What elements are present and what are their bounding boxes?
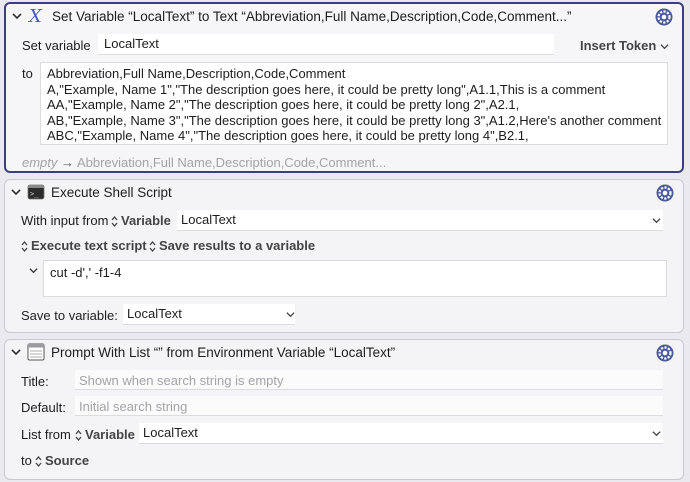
updown-icon xyxy=(75,430,82,442)
execute-mode-value: Execute text script xyxy=(31,238,147,253)
title-label: Title: xyxy=(21,374,49,389)
action-title: Prompt With List “” from Environment Var… xyxy=(51,345,396,360)
title-placeholder: Shown when search string is empty xyxy=(79,373,284,388)
chevron-down-icon xyxy=(660,44,669,50)
title-field[interactable]: Shown when search string is empty xyxy=(75,370,663,390)
text-line: AB,"Example, Name 3","The description go… xyxy=(47,112,662,128)
list-variable-value: LocalText xyxy=(143,425,198,440)
arrow-icon: → xyxy=(61,155,75,170)
updown-icon xyxy=(149,241,156,253)
gear-icon[interactable] xyxy=(655,183,675,203)
preview-text: Abbreviation,Full Name,Description,Code,… xyxy=(76,155,387,170)
to-destination-popup[interactable]: Source xyxy=(35,453,89,468)
to-label: to xyxy=(21,453,32,468)
default-label: Default: xyxy=(21,400,66,415)
chevron-down-icon[interactable] xyxy=(12,11,22,21)
chevron-down-icon[interactable] xyxy=(29,266,38,275)
result-mode-popup[interactable]: Save results to a variable xyxy=(149,238,315,253)
text-line: A,"Example, Name 1","The description goe… xyxy=(47,81,606,97)
to-destination-value: Source xyxy=(45,453,90,468)
with-input-label: With input from xyxy=(21,213,109,228)
window-list-icon xyxy=(27,343,45,361)
updown-icon xyxy=(35,456,42,468)
chevron-down-icon xyxy=(652,218,661,224)
variable-x-icon: X xyxy=(28,7,43,25)
action-title: Set Variable “LocalText” to Text “Abbrev… xyxy=(52,9,572,24)
input-variable-field[interactable]: LocalText xyxy=(177,210,663,231)
text-value-area[interactable]: Abbreviation,Full Name,Description,Code,… xyxy=(40,62,668,145)
variable-name-field[interactable]: LocalText xyxy=(98,34,554,55)
chevron-down-icon xyxy=(652,431,661,437)
prompt-with-list-action[interactable]: Prompt With List “” from Environment Var… xyxy=(4,339,684,480)
set-variable-action[interactable]: X Set Variable “LocalText” to Text “Abbr… xyxy=(4,2,684,173)
preview-row: empty → Abbreviation,Full Name,Descripti… xyxy=(22,155,386,170)
execute-mode-popup[interactable]: Execute text script xyxy=(21,238,147,253)
chevron-down-icon xyxy=(286,312,295,318)
list-source-popup[interactable]: Variable xyxy=(75,427,135,442)
text-line: ABC,"Example, Name 4","The description g… xyxy=(47,128,529,143)
insert-token-label: Insert Token xyxy=(580,38,657,53)
list-variable-field[interactable]: LocalText xyxy=(139,423,663,444)
script-editor[interactable]: cut -d',' -f1-4 xyxy=(43,260,667,297)
action-title: Execute Shell Script xyxy=(51,185,172,200)
default-field[interactable]: Initial search string xyxy=(75,396,663,416)
list-from-label: List from xyxy=(21,427,71,442)
chevron-down-icon[interactable] xyxy=(11,347,21,357)
gear-icon[interactable] xyxy=(655,343,675,363)
set-variable-label: Set variable xyxy=(22,38,91,53)
save-variable-value: LocalText xyxy=(127,306,182,321)
default-placeholder: Initial search string xyxy=(79,399,188,414)
input-source-value: Variable xyxy=(121,213,171,228)
svg-text:>_: >_ xyxy=(30,190,39,198)
terminal-icon: >_ xyxy=(27,184,45,200)
execute-shell-script-action[interactable]: >_ Execute Shell Script With input from … xyxy=(4,179,684,333)
svg-text:X: X xyxy=(28,7,43,25)
text-line: AA,"Example, Name 2","The description go… xyxy=(47,97,520,112)
input-variable-value: LocalText xyxy=(181,212,236,227)
updown-icon xyxy=(21,241,28,253)
variable-name-value: LocalText xyxy=(104,36,159,51)
text-line: Abbreviation,Full Name,Description,Code,… xyxy=(47,66,346,81)
list-source-value: Variable xyxy=(85,427,135,442)
preview-empty-label: empty xyxy=(22,155,58,170)
insert-token-button[interactable]: Insert Token xyxy=(580,38,669,53)
to-label: to xyxy=(22,66,33,81)
save-to-variable-label: Save to variable: xyxy=(21,308,118,323)
chevron-down-icon[interactable] xyxy=(11,187,21,197)
updown-icon xyxy=(111,216,118,228)
result-mode-value: Save results to a variable xyxy=(159,238,316,253)
save-variable-field[interactable]: LocalText xyxy=(123,304,295,325)
script-text: cut -d',' -f1-4 xyxy=(50,265,122,280)
input-source-popup[interactable]: Variable xyxy=(111,213,171,228)
gear-icon[interactable] xyxy=(654,7,674,27)
